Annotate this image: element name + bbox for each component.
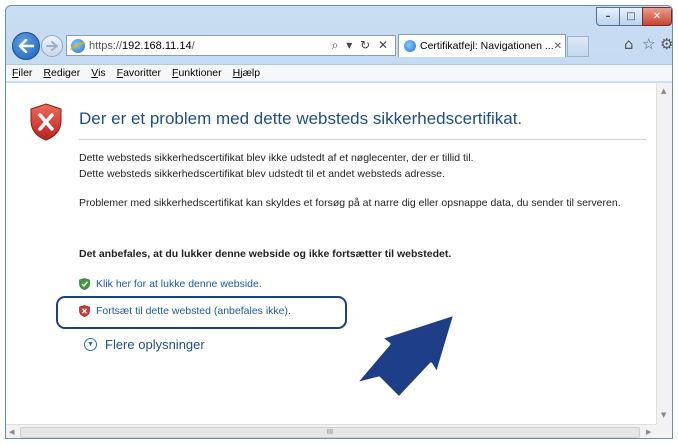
ie-page-icon: [71, 38, 85, 53]
tab-label: Certifikatfejl: Navigationen ...: [420, 40, 554, 52]
ie-tab-icon: [404, 40, 416, 52]
back-button[interactable]: [12, 32, 40, 60]
risk-explanation: Problemer med sikkerhedscertifikat kan s…: [79, 197, 621, 209]
vertical-scrollbar[interactable]: ▲ ▼: [656, 83, 672, 424]
minimize-button[interactable]: –: [596, 7, 620, 26]
more-info-label: Flere oplysninger: [105, 337, 205, 352]
scroll-left-icon[interactable]: ◀: [9, 428, 14, 436]
shield-error-icon: [30, 103, 62, 141]
menu-view[interactable]: Vis: [85, 67, 110, 79]
forward-button[interactable]: [41, 35, 63, 57]
menu-help[interactable]: Hjælp: [227, 67, 265, 79]
highlight-callout-box: [56, 296, 347, 329]
recommendation-text: Det anbefales, at du lukker denne websid…: [79, 248, 452, 260]
scroll-right-icon[interactable]: ▶: [646, 428, 651, 436]
tab-certificate-error[interactable]: Certifikatfejl: Navigationen ... ✕: [398, 34, 566, 57]
back-arrow-icon: [18, 39, 34, 53]
menu-tools[interactable]: Funktioner: [166, 67, 227, 79]
horizontal-scroll-thumb[interactable]: III: [20, 427, 640, 438]
forward-arrow-icon: [46, 41, 58, 51]
gear-icon[interactable]: ⚙: [660, 35, 672, 53]
scrollbar-corner: [656, 424, 672, 438]
search-refresh-stop-icons[interactable]: ⌕ ▾ ↻ ✕: [332, 38, 390, 53]
minimize-icon: –: [605, 11, 611, 22]
page-title: Der er et problem med dette websteds sik…: [79, 109, 523, 128]
close-page-link-label: Klik her for at lukke denne webside.: [96, 278, 262, 290]
expand-chevron-icon: ▼: [84, 338, 97, 351]
certificate-explanation: Dette websteds sikkerhedscertifikat blev…: [79, 150, 474, 182]
address-bar[interactable]: https://192.168.11.14/ ⌕ ▾ ↻ ✕: [66, 35, 396, 56]
green-shield-icon: [79, 278, 90, 290]
favorites-star-icon[interactable]: ☆: [642, 35, 655, 53]
new-tab-button[interactable]: [567, 36, 589, 57]
browser-window: – □ ✕ https://192.168.11.14/ ⌕ ▾ ↻ ✕ Cer…: [5, 5, 673, 439]
maximize-button[interactable]: □: [619, 7, 643, 26]
menu-edit[interactable]: Rediger: [37, 67, 85, 79]
explanation-line-1: Dette websteds sikkerhedscertifikat blev…: [79, 152, 474, 164]
home-icon[interactable]: ⌂: [624, 35, 634, 53]
explanation-line-2: Dette websteds sikkerhedscertifikat blev…: [79, 168, 445, 180]
menu-bar: Filer Rediger Vis Favoritter Funktioner …: [6, 64, 672, 82]
close-window-button[interactable]: ✕: [642, 7, 672, 26]
address-url[interactable]: https://192.168.11.14/: [89, 40, 195, 52]
horizontal-scrollbar[interactable]: ◀ III ▶: [6, 424, 656, 438]
heading-divider: [79, 139, 646, 140]
close-icon: ✕: [652, 11, 662, 22]
maximize-icon: □: [626, 11, 636, 22]
callout-arrow: [353, 312, 457, 398]
page-content: Der er et problem med dette websteds sik…: [6, 83, 656, 424]
scroll-up-icon[interactable]: ▲: [661, 87, 666, 95]
scroll-down-icon[interactable]: ▼: [661, 411, 666, 419]
close-page-link[interactable]: Klik her for at lukke denne webside.: [79, 278, 262, 290]
tab-close-icon[interactable]: ✕: [554, 41, 562, 52]
more-info-toggle[interactable]: ▼ Flere oplysninger: [84, 337, 205, 352]
menu-file[interactable]: Filer: [6, 67, 37, 79]
menu-favorites[interactable]: Favoritter: [111, 67, 166, 79]
